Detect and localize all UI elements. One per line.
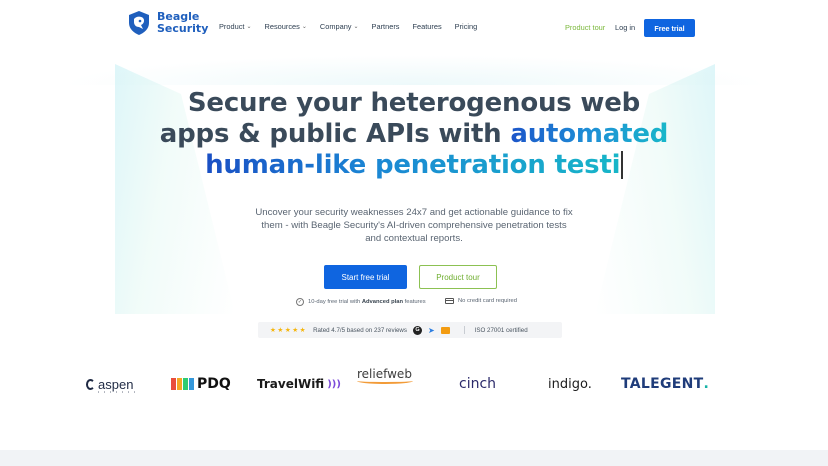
- client-logo-pdq: PDQ: [171, 370, 231, 398]
- shield-logo-icon: [129, 11, 149, 35]
- nav-item-label: Pricing: [454, 22, 478, 31]
- free-trial-button[interactable]: Free trial: [644, 19, 695, 37]
- nav-item-label: Resources: [264, 22, 300, 31]
- chevron-down-icon: ⌄: [246, 24, 252, 30]
- nav-item-partners[interactable]: Partners: [372, 22, 400, 31]
- nav-item-features[interactable]: Features: [412, 22, 441, 31]
- talegent-wordmark: TALEGENT: [621, 376, 704, 392]
- pdq-wordmark: PDQ: [197, 376, 231, 392]
- hero-headline: Secure your heterogenous web apps & publ…: [0, 88, 828, 181]
- headline-accent: automated: [510, 119, 669, 149]
- nav-item-resources[interactable]: Resources ⌄: [265, 22, 307, 31]
- rating-text: Rated 4.7/5 based on 237 reviews: [313, 326, 407, 334]
- reliefweb-swoosh-icon: [357, 378, 413, 384]
- indigo-wordmark: indigo.: [548, 376, 592, 392]
- hero-subcopy: Uncover your security weaknesses 24x7 an…: [255, 207, 573, 244]
- nav-item-label: Product: [219, 22, 245, 31]
- headline-line-3: human-like penetration testi: [0, 150, 828, 181]
- headline-line-1: Secure your heterogenous web: [187, 88, 641, 118]
- client-logo-cinch: cinch: [459, 370, 496, 398]
- product-tour-link[interactable]: Product tour: [565, 23, 605, 32]
- free-trial-note: ✓ 10-day free trial with Advanced plan f…: [296, 298, 426, 306]
- headline-line-2: apps & public APIs with automated: [0, 119, 828, 150]
- pdq-bar-icon: [171, 378, 176, 390]
- free-trial-note-suffix: features: [403, 299, 426, 305]
- nav-item-label: Company: [319, 22, 352, 31]
- check-circle-icon: ✓: [296, 298, 304, 306]
- site-header: Beagle Security Product ⌄ Resources ⌄ Co…: [0, 0, 828, 56]
- free-trial-note-prefix: 10-day free trial with: [308, 299, 362, 305]
- free-trial-note-text: 10-day free trial with Advanced plan fea…: [308, 299, 426, 305]
- headline-plain: apps & public APIs with: [159, 119, 511, 149]
- client-logo-indigo: indigo.: [548, 370, 592, 398]
- credit-card-icon: [445, 298, 454, 304]
- main-nav: Product ⌄ Resources ⌄ Company ⌄ Partners…: [219, 22, 490, 31]
- pdq-bar-icon: [183, 378, 188, 390]
- chevron-down-icon: ⌄: [301, 24, 307, 30]
- login-link[interactable]: Log in: [615, 23, 635, 32]
- nav-item-label: Partners: [371, 22, 400, 31]
- wifi-icon: ))): [327, 378, 341, 390]
- no-credit-card-note: No credit card required: [445, 298, 517, 304]
- no-credit-card-text: No credit card required: [458, 298, 517, 304]
- nav-item-pricing[interactable]: Pricing: [455, 22, 478, 31]
- client-logos-strip: aspen • • • • • • • PDQ TravelWifi ))) r…: [0, 367, 828, 400]
- client-logo-reliefweb: reliefweb: [357, 367, 413, 395]
- pdq-bar-icon: [189, 378, 194, 390]
- iso-certification-text: ISO 27001 certified: [474, 326, 528, 334]
- client-logo-travelwifi: TravelWifi ))): [257, 370, 341, 398]
- beagle-security-logo[interactable]: Beagle Security: [127, 10, 208, 36]
- brand-name-line2: Security: [157, 22, 209, 35]
- chevron-down-icon: ⌄: [353, 24, 359, 30]
- nav-item-product[interactable]: Product ⌄: [219, 22, 252, 31]
- review-chat-icon: [440, 326, 450, 334]
- rating-stars: ★★★★★: [270, 327, 308, 334]
- nav-item-company[interactable]: Company ⌄: [320, 22, 359, 31]
- travelwifi-wordmark: TravelWifi: [257, 377, 325, 391]
- aspen-subtitle-icon: • • • • • • •: [98, 390, 138, 394]
- cinch-wordmark: cinch: [459, 376, 497, 392]
- headline-accent-typing: human-like penetration testi: [205, 150, 621, 180]
- rating-bar: ★★★★★ Rated 4.7/5 based on 237 reviews G…: [258, 322, 562, 338]
- next-section-band: [0, 450, 828, 466]
- client-logo-talegent: TALEGENT.: [621, 370, 709, 398]
- capterra-arrow-icon: ➤: [427, 325, 435, 335]
- pdq-bar-icon: [177, 378, 182, 390]
- g2-badge-icon: G: [412, 325, 422, 335]
- rating-divider: [463, 326, 465, 334]
- talegent-dot-icon: .: [703, 376, 710, 392]
- nav-item-label: Features: [412, 22, 442, 31]
- aspen-mark-icon: [86, 378, 95, 390]
- client-logo-aspen: aspen • • • • • • •: [86, 370, 135, 398]
- hero-glow-floor: [60, 55, 770, 85]
- product-tour-button[interactable]: Product tour: [419, 265, 497, 289]
- free-trial-note-bold: Advanced plan: [361, 299, 404, 305]
- brand-name: Beagle Security: [157, 11, 208, 35]
- start-free-trial-button[interactable]: Start free trial: [324, 265, 407, 289]
- typing-caret: [621, 151, 623, 179]
